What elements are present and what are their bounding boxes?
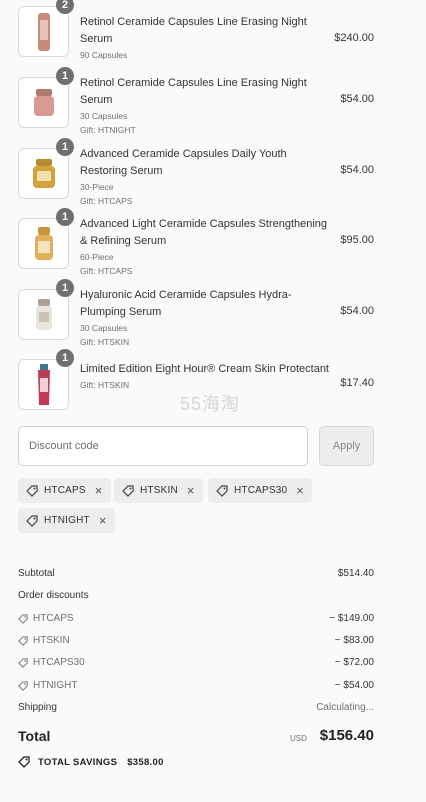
product-price: $54.00 (340, 93, 374, 105)
product-thumbnail (18, 218, 69, 269)
subtotal-value: $514.40 (337, 568, 374, 579)
discount-row-htnight: HTNIGHT − $54.00 (18, 680, 374, 694)
shipping-value: Calculating... (316, 702, 374, 713)
line-item: 1 Advanced Ceramide Capsules Daily Youth… (18, 138, 374, 210)
line-item: 2 Retinol Ceramide Capsules Line Erasing… (18, 0, 374, 68)
line-item: 1 Retinol Ceramide Capsules Line Erasing… (18, 67, 374, 139)
order-discounts-row: Order discounts (18, 590, 374, 601)
quantity-badge: 1 (56, 208, 74, 226)
discount-chip-htskin: HTSKIN × (114, 478, 203, 503)
remove-discount-icon[interactable]: × (187, 484, 195, 497)
discount-chip-label: HTNIGHT (44, 515, 90, 526)
tag-icon (216, 484, 228, 497)
quantity-badge: 1 (56, 279, 74, 297)
product-name: Retinol Ceramide Capsules Line Erasing N… (80, 16, 307, 45)
discount-amount: − $72.00 (334, 657, 374, 668)
quantity-badge: 2 (56, 0, 74, 14)
product-variant: 60-Piece (80, 252, 114, 262)
product-name: Advanced Ceramide Capsules Daily Youth R… (80, 148, 287, 177)
product-name: Limited Edition Eight Hour® Cream Skin P… (80, 363, 329, 375)
product-price: $54.00 (340, 164, 374, 176)
tag-icon (26, 484, 38, 497)
product-jar-image (32, 158, 55, 188)
discount-chip-label: HTSKIN (140, 485, 178, 496)
discount-amount: − $54.00 (334, 680, 374, 691)
tag-icon (18, 680, 28, 691)
discount-chip-htcaps30: HTCAPS30 × (208, 478, 313, 503)
total-savings: TOTAL SAVINGS $358.00 (18, 756, 164, 768)
discount-chip-label: HTCAPS30 (234, 485, 288, 496)
remove-discount-icon[interactable]: × (99, 514, 107, 527)
gift-code-note: Gift: HTCAPS (80, 266, 133, 276)
discount-code-input[interactable] (18, 426, 308, 466)
product-variant: 90 Capsules (80, 50, 128, 60)
product-variant: 30 Capsules (80, 111, 128, 121)
discount-row-htskin: HTSKIN − $83.00 (18, 635, 374, 649)
discount-row-htcaps30: HTCAPS30 − $72.00 (18, 657, 374, 671)
discount-chip-htcaps: HTCAPS × (18, 478, 111, 503)
total-value: $156.40 (319, 727, 374, 744)
subtotal-row: Subtotal $514.40 (18, 568, 374, 579)
shipping-row: Shipping Calculating... (18, 702, 374, 713)
product-variant: 30-Piece (80, 182, 114, 192)
watermark: 55海淘 (180, 394, 241, 414)
gift-code-note: Gift: HTCAPS (80, 196, 133, 206)
discount-amount: − $83.00 (334, 635, 374, 646)
remove-discount-icon[interactable]: × (95, 484, 103, 497)
gift-code-note: Gift: HTSKIN (80, 337, 130, 347)
product-tube-image (37, 12, 50, 51)
remove-discount-icon[interactable]: × (296, 484, 304, 497)
product-jar-image (35, 298, 52, 330)
discount-chip-label: HTCAPS (44, 485, 86, 496)
discount-code-label: HTCAPS30 (33, 657, 85, 668)
total-savings-value: $358.00 (127, 756, 164, 768)
tag-icon (18, 635, 28, 646)
product-name: Retinol Ceramide Capsules Line Erasing N… (80, 77, 307, 106)
line-item: 1 Hyaluronic Acid Ceramide Capsules Hydr… (18, 279, 374, 351)
line-item: 1 Advanced Light Ceramide Capsules Stren… (18, 208, 374, 280)
discount-code-label: HTNIGHT (33, 680, 78, 691)
product-variant: 30 Capsules (80, 323, 128, 333)
product-jar-image (34, 226, 53, 260)
product-name: Hyaluronic Acid Ceramide Capsules Hydra-… (80, 289, 292, 318)
apply-discount-button[interactable]: Apply (319, 426, 374, 466)
tag-icon (26, 514, 38, 527)
product-name: Advanced Light Ceramide Capsules Strengt… (80, 218, 328, 247)
product-thumbnail (18, 289, 69, 340)
discount-chip-htnight: HTNIGHT × (18, 508, 115, 533)
shipping-label: Shipping (18, 702, 57, 713)
discount-code-label: HTCAPS (33, 613, 74, 624)
discount-row-htcaps: HTCAPS − $149.00 (18, 613, 374, 627)
tag-icon (122, 484, 134, 497)
product-thumbnail (18, 6, 69, 57)
subtotal-label: Subtotal (18, 568, 55, 579)
quantity-badge: 1 (56, 138, 74, 156)
product-jar-image (33, 88, 54, 116)
product-price: $240.00 (334, 32, 374, 44)
tag-icon (18, 756, 30, 768)
discount-amount: − $149.00 (329, 613, 374, 624)
product-price: $54.00 (340, 305, 374, 317)
order-discounts-label: Order discounts (18, 590, 89, 601)
product-price: $17.40 (340, 377, 374, 389)
tag-icon (18, 613, 28, 624)
total-label: Total (18, 728, 51, 744)
quantity-badge: 1 (56, 349, 74, 367)
discount-code-label: HTSKIN (33, 635, 70, 646)
product-thumbnail (18, 148, 69, 199)
total-savings-label: TOTAL SAVINGS (38, 756, 118, 768)
product-price: $95.00 (340, 234, 374, 246)
product-tube-image (37, 363, 50, 405)
product-thumbnail (18, 359, 69, 410)
currency-code: USD (290, 734, 307, 743)
quantity-badge: 1 (56, 67, 74, 85)
product-thumbnail (18, 77, 69, 128)
gift-code-note: Gift: HTNIGHT (80, 125, 136, 135)
tag-icon (18, 657, 28, 668)
